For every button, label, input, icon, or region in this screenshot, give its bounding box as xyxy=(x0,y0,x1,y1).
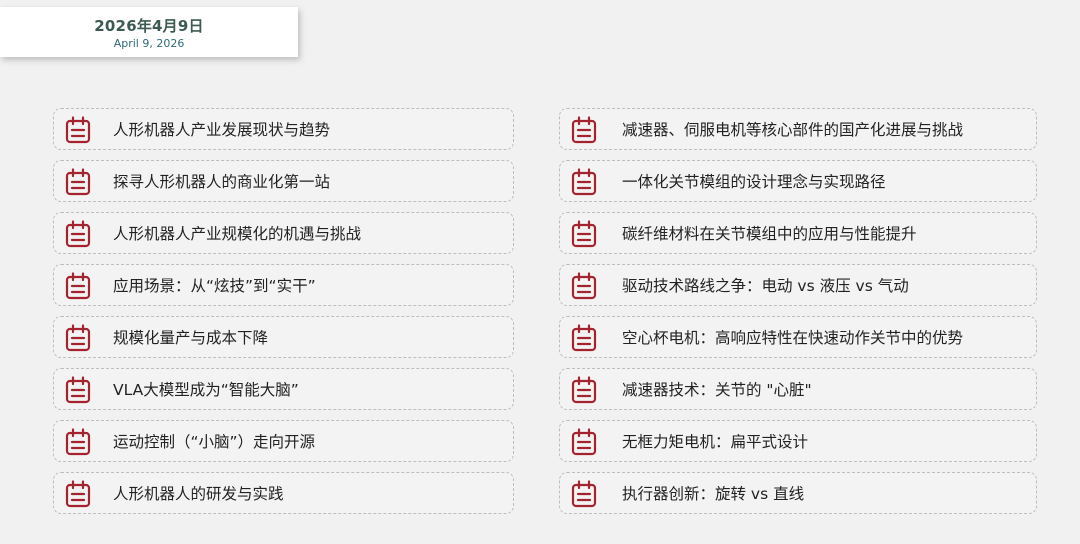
calendar-icon xyxy=(65,220,91,248)
topic-item: 驱动技术路线之争：电动 vs 液压 vs 气动 xyxy=(559,264,1037,306)
topic-item: 无框力矩电机：扁平式设计 xyxy=(559,420,1037,462)
calendar-icon xyxy=(571,220,597,248)
calendar-icon xyxy=(65,324,91,352)
topic-item: 规模化量产与成本下降 xyxy=(53,316,514,358)
topic-label: 人形机器人产业发展现状与趋势 xyxy=(113,121,331,139)
topic-label: 无框力矩电机：扁平式设计 xyxy=(622,433,809,451)
calendar-icon xyxy=(571,324,597,352)
calendar-icon xyxy=(65,168,91,196)
topic-item: 人形机器人产业规模化的机遇与挑战 xyxy=(53,212,514,254)
calendar-icon xyxy=(65,116,91,144)
calendar-icon xyxy=(65,272,91,300)
calendar-icon xyxy=(65,480,91,508)
topic-label: 规模化量产与成本下降 xyxy=(113,329,269,347)
topic-label: 应用场景：从“炫技”到“实干” xyxy=(113,277,316,295)
calendar-icon xyxy=(571,376,597,404)
topic-list-right: 减速器、伺服电机等核心部件的国产化进展与挑战 一体化关节模组的设计理念与实现路径… xyxy=(559,108,1037,524)
topic-label: 一体化关节模组的设计理念与实现路径 xyxy=(622,173,886,191)
topic-item: 空心杯电机：高响应特性在快速动作关节中的优势 xyxy=(559,316,1037,358)
topic-item: 运动控制（“小脑”）走向开源 xyxy=(53,420,514,462)
date-english: April 9, 2026 xyxy=(113,37,185,50)
topic-item: 执行器创新：旋转 vs 直线 xyxy=(559,472,1037,514)
topic-label: 减速器技术：关节的 "心脏" xyxy=(622,381,812,399)
topic-item: 人形机器人产业发展现状与趋势 xyxy=(53,108,514,150)
calendar-icon xyxy=(65,376,91,404)
topic-item: VLA大模型成为“智能大脑” xyxy=(53,368,514,410)
topic-label: VLA大模型成为“智能大脑” xyxy=(113,381,299,399)
topic-item: 人形机器人的研发与实践 xyxy=(53,472,514,514)
topic-label: 空心杯电机：高响应特性在快速动作关节中的优势 xyxy=(622,329,964,347)
calendar-icon xyxy=(571,168,597,196)
calendar-icon xyxy=(571,116,597,144)
topic-item: 减速器、伺服电机等核心部件的国产化进展与挑战 xyxy=(559,108,1037,150)
topic-item: 应用场景：从“炫技”到“实干” xyxy=(53,264,514,306)
topic-label: 人形机器人的研发与实践 xyxy=(113,485,284,503)
topic-label: 人形机器人产业规模化的机遇与挑战 xyxy=(113,225,362,243)
calendar-icon xyxy=(571,480,597,508)
topic-item: 探寻人形机器人的商业化第一站 xyxy=(53,160,514,202)
date-card: 2026年4月9日 April 9, 2026 xyxy=(0,7,298,57)
topic-label: 运动控制（“小脑”）走向开源 xyxy=(113,433,316,451)
topic-label: 驱动技术路线之争：电动 vs 液压 vs 气动 xyxy=(622,277,909,295)
topic-item: 一体化关节模组的设计理念与实现路径 xyxy=(559,160,1037,202)
topic-label: 探寻人形机器人的商业化第一站 xyxy=(113,173,331,191)
date-chinese: 2026年4月9日 xyxy=(94,17,204,35)
topic-label: 碳纤维材料在关节模组中的应用与性能提升 xyxy=(622,225,917,243)
calendar-icon xyxy=(65,428,91,456)
topic-item: 减速器技术：关节的 "心脏" xyxy=(559,368,1037,410)
calendar-icon xyxy=(571,272,597,300)
topic-label: 减速器、伺服电机等核心部件的国产化进展与挑战 xyxy=(622,121,964,139)
topic-list-left: 人形机器人产业发展现状与趋势 探寻人形机器人的商业化第一站 人形机器人产业规模化… xyxy=(53,108,514,524)
calendar-icon xyxy=(571,428,597,456)
topic-label: 执行器创新：旋转 vs 直线 xyxy=(622,485,805,503)
topic-item: 碳纤维材料在关节模组中的应用与性能提升 xyxy=(559,212,1037,254)
